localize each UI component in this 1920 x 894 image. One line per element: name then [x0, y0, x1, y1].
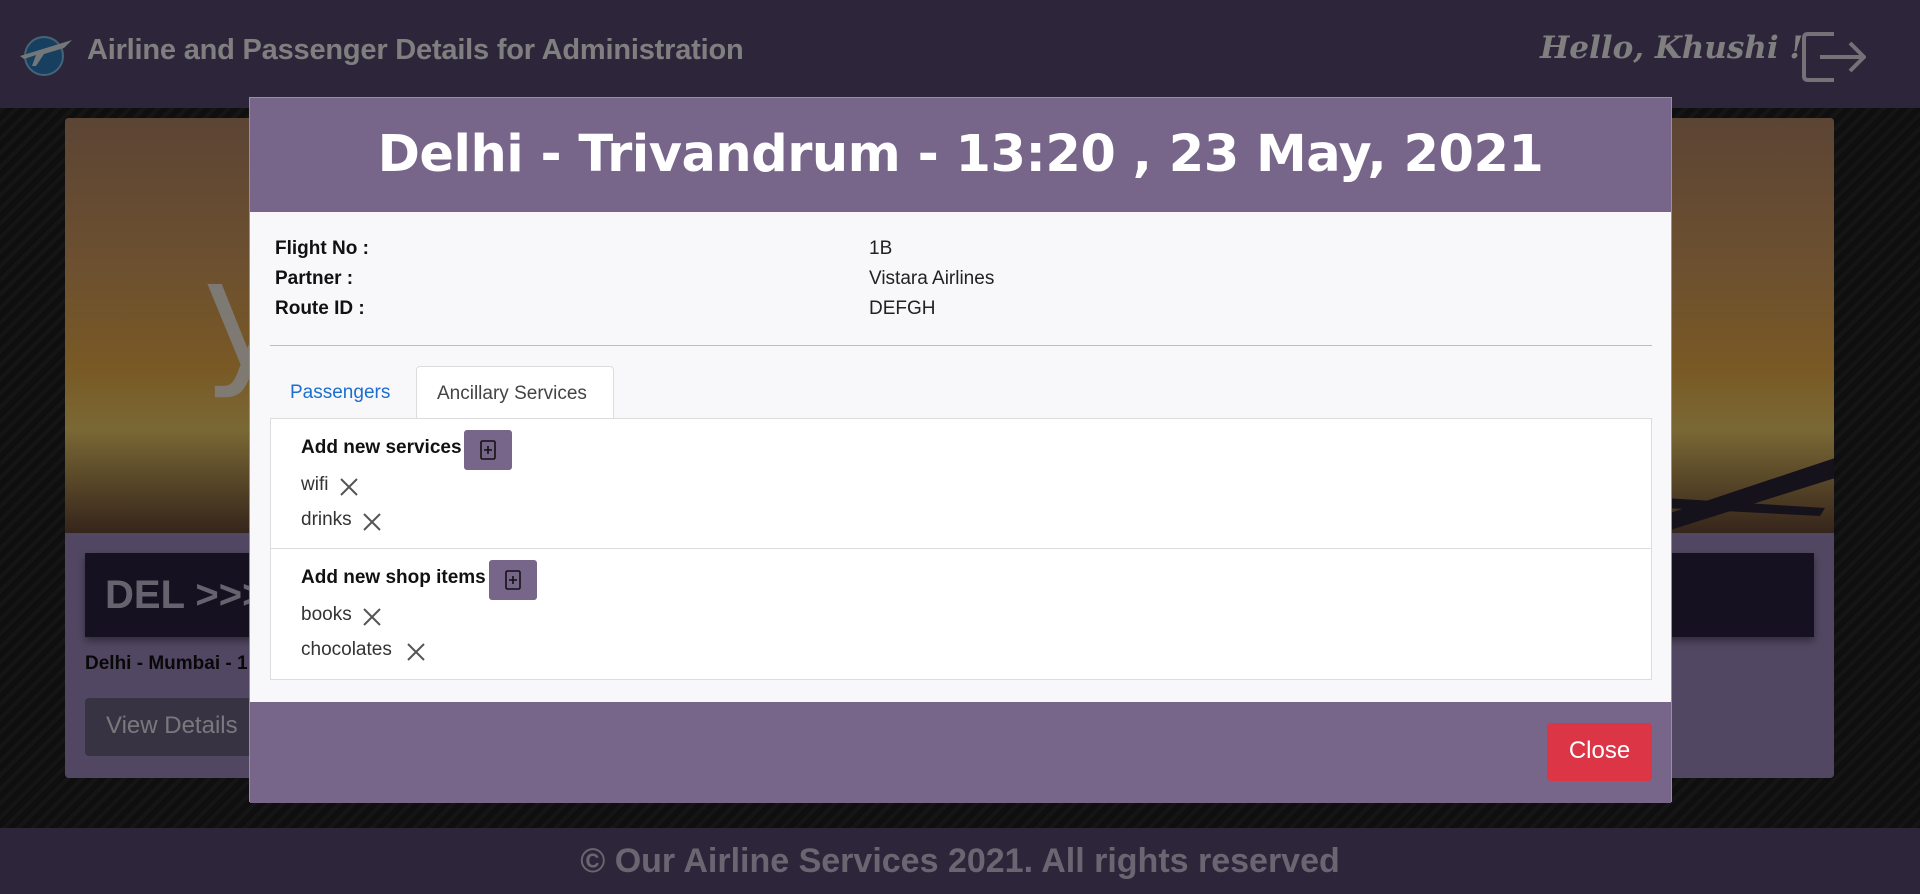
add-shop-items-title: Add new shop items	[301, 567, 486, 588]
tab-passengers[interactable]: Passengers	[270, 366, 418, 418]
tab-bar: Passengers Ancillary Services	[270, 366, 1652, 418]
remove-icon[interactable]	[362, 607, 382, 627]
divider	[270, 345, 1652, 346]
service-item: drinks	[301, 509, 381, 531]
add-icon	[480, 440, 496, 460]
info-value: Vistara Airlines	[869, 268, 995, 289]
add-service-button[interactable]	[464, 430, 512, 470]
info-label: Route ID :	[275, 298, 365, 319]
shop-item: books	[301, 604, 381, 626]
shop-item-label: chocolates	[301, 639, 392, 660]
ancillary-services-panel: Add new services wifi drinks Add new sho…	[270, 418, 1652, 680]
info-value: DEFGH	[869, 298, 936, 319]
service-item-label: drinks	[301, 509, 352, 530]
close-button[interactable]: Close	[1547, 723, 1652, 781]
service-item: wifi	[301, 474, 358, 496]
add-icon	[505, 570, 521, 590]
add-shop-item-button[interactable]	[489, 560, 537, 600]
services-section: Add new services wifi drinks	[271, 419, 1651, 549]
remove-icon[interactable]	[339, 477, 359, 497]
modal-title: Delhi - Trivandrum - 13:20 , 23 May, 202…	[377, 125, 1544, 184]
shop-item-label: books	[301, 604, 352, 625]
remove-icon[interactable]	[406, 642, 426, 662]
flight-details-modal: Delhi - Trivandrum - 13:20 , 23 May, 202…	[249, 97, 1672, 803]
remove-icon[interactable]	[362, 512, 382, 532]
info-label: Flight No :	[275, 238, 369, 259]
shop-item: chocolates	[301, 639, 425, 661]
info-value: 1B	[869, 238, 893, 259]
service-item-label: wifi	[301, 474, 329, 495]
modal-footer: Close	[250, 702, 1671, 803]
modal-header: Delhi - Trivandrum - 13:20 , 23 May, 202…	[250, 98, 1671, 212]
add-services-title: Add new services	[301, 437, 462, 458]
shop-section: Add new shop items books chocolates	[271, 549, 1651, 679]
tab-ancillary-services[interactable]: Ancillary Services	[416, 366, 614, 418]
info-label: Partner :	[275, 268, 354, 289]
